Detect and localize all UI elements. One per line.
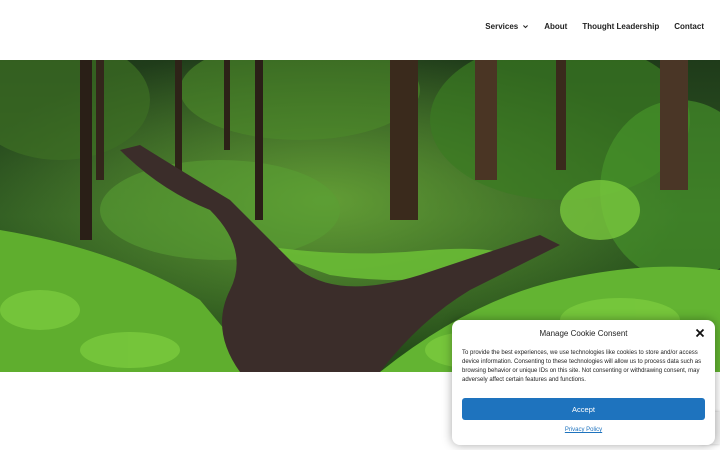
nav-about-label: About	[544, 22, 568, 31]
nav-services-label: Services	[485, 22, 519, 31]
site-header: Services About Thought Leadership Contac…	[0, 0, 720, 60]
nav-item-thought-leadership[interactable]: Thought Leadership	[582, 22, 659, 31]
cookie-description: To provide the best experiences, we use …	[462, 350, 702, 383]
close-icon[interactable]	[695, 328, 705, 338]
chevron-down-icon	[523, 25, 529, 29]
cookie-consent-banner: Manage Cookie Consent To provide the bes…	[452, 320, 715, 445]
nav-item-services[interactable]: Services	[485, 22, 529, 31]
main-nav: Services About Thought Leadership Contac…	[485, 22, 704, 31]
nav-item-about[interactable]: About	[544, 22, 567, 31]
nav-contact-label: Contact	[674, 22, 704, 31]
nav-item-contact[interactable]: Contact	[674, 22, 704, 31]
accept-button[interactable]: Accept	[462, 398, 705, 420]
privacy-policy-link[interactable]: Privacy Policy	[452, 427, 715, 433]
nav-thought-leadership-label: Thought Leadership	[582, 22, 660, 31]
cookie-title: Manage Cookie Consent	[539, 329, 628, 338]
